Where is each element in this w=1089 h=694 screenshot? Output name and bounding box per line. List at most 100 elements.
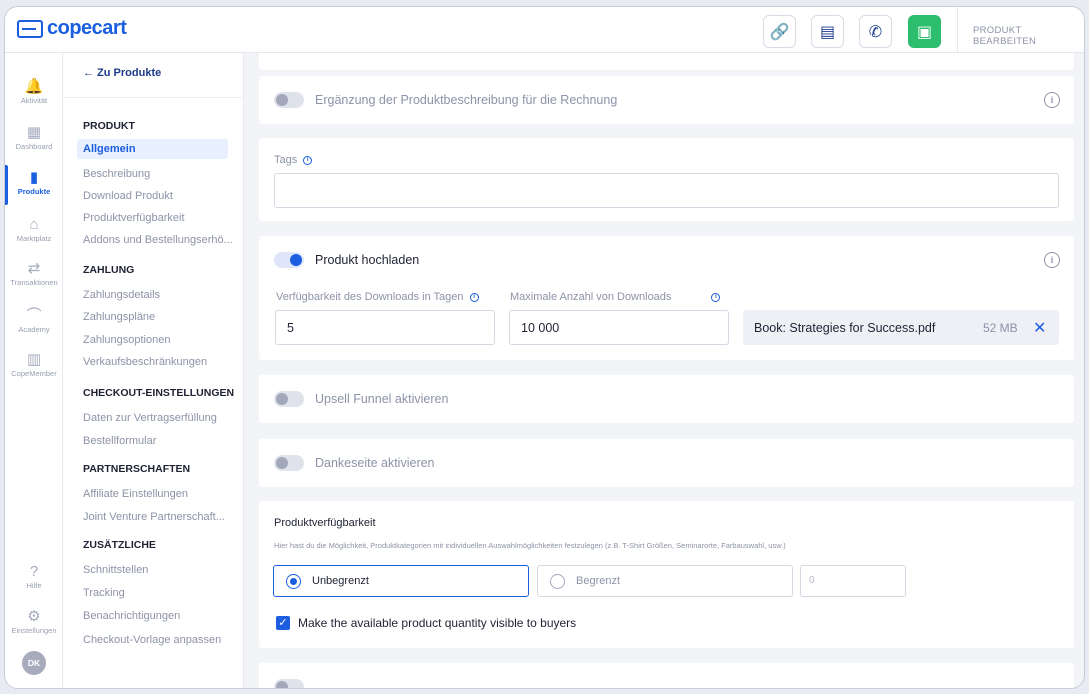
download-days-input[interactable]: 5 bbox=[275, 310, 495, 345]
toggle-label: Produkt hochladen bbox=[315, 253, 420, 267]
limit-input[interactable]: 0 bbox=[800, 565, 906, 597]
nav-item-produktverfuegbarkeit[interactable]: Produktverfügbarkeit bbox=[83, 212, 238, 224]
nav-item-bestellformular[interactable]: Bestellformular bbox=[83, 435, 238, 447]
bell-icon: 🔔 bbox=[24, 78, 44, 95]
nav-item-vertragserfuellung[interactable]: Daten zur Vertragserfüllung bbox=[83, 412, 238, 424]
file-name: Book: Strategies for Success.pdf bbox=[754, 321, 936, 335]
radio-limited[interactable]: Begrenzt bbox=[537, 565, 793, 597]
nav-item-zahlungsdetails[interactable]: Zahlungsdetails bbox=[83, 289, 238, 301]
availability-description: Hier hast du die Möglichkeit, Produktkat… bbox=[274, 541, 786, 550]
nav-item-addons[interactable]: Addons und Bestellungserhö... bbox=[83, 234, 238, 246]
info-icon[interactable]: i bbox=[1044, 92, 1060, 108]
nav-item-tracking[interactable]: Tracking bbox=[83, 587, 238, 599]
radio-label: Unbegrenzt bbox=[312, 575, 369, 587]
upload-toggle[interactable] bbox=[274, 252, 304, 268]
brand-name: copecart bbox=[47, 17, 127, 39]
page-title: PRODUKT BEARBEITEN bbox=[973, 25, 1037, 47]
document-icon: ▤ bbox=[819, 23, 836, 41]
radio-unlimited[interactable]: Unbegrenzt bbox=[273, 565, 529, 597]
info-icon[interactable]: i bbox=[1044, 252, 1060, 268]
tags-input[interactable] bbox=[274, 173, 1059, 208]
nav-item-schnittstellen[interactable]: Schnittstellen bbox=[83, 564, 238, 576]
previous-card bbox=[259, 53, 1074, 70]
rail-item-hilfe[interactable]: ? Hilfe bbox=[5, 562, 63, 590]
next-card-toggle[interactable] bbox=[274, 679, 304, 688]
checkbox-label: Make the available product quantity visi… bbox=[298, 616, 577, 630]
transactions-icon: ⇄ bbox=[27, 260, 41, 277]
app-window: copecart 🔗 ▤ ✆ ▣ PRODUKT BEARBEITEN 🔔 Akt… bbox=[4, 6, 1085, 689]
nav-section-title: PARTNERSCHAFTEN bbox=[83, 463, 191, 475]
avatar[interactable]: DK bbox=[22, 651, 46, 675]
availability-card: Produktverfügbarkeit Hier hast du die Mö… bbox=[259, 501, 1074, 648]
radio-label: Begrenzt bbox=[576, 575, 621, 587]
upload-card: Produkt hochladen i Verfügbarkeit des Do… bbox=[259, 236, 1074, 360]
close-icon[interactable]: ✕ bbox=[1033, 318, 1046, 338]
nav-item-checkout-vorlage[interactable]: Checkout-Vorlage anpassen bbox=[83, 634, 238, 646]
rail-item-einstellungen[interactable]: ⚙ Einstellungen bbox=[5, 607, 63, 635]
icon-rail: 🔔 Aktivität ▦ Dashboard ▮ Produkte ⌂ Marktpl… bbox=[5, 53, 63, 688]
info-icon: i bbox=[303, 155, 313, 165]
nav-item-benachrichtigungen[interactable]: Benachrichtigungen bbox=[83, 610, 238, 622]
nav-section-title: ZUSÄTZLICHE bbox=[83, 539, 156, 551]
nav-item-verkaufsbeschraenkungen[interactable]: Verkaufsbeschränkungen bbox=[83, 356, 238, 368]
upsell-toggle[interactable] bbox=[274, 391, 304, 407]
rail-label: Einstellungen bbox=[11, 626, 57, 635]
toggle-label: Ergänzung der Produktbeschreibung für di… bbox=[315, 93, 618, 107]
toggle-label: Dankeseite aktivieren bbox=[315, 456, 435, 470]
invoice-description-toggle[interactable] bbox=[274, 92, 304, 108]
link-icon: 🔗 bbox=[769, 23, 790, 41]
rail-label: CopeMember bbox=[11, 369, 57, 378]
brand-logo[interactable]: copecart bbox=[17, 17, 127, 40]
days-label: Verfügbarkeit des Downloads in Tagen i bbox=[276, 291, 479, 303]
nav-item-allgemein[interactable]: Allgemein bbox=[77, 139, 228, 159]
section-nav: ← Zu Produkte PRODUKT Allgemein Beschrei… bbox=[63, 53, 244, 688]
nav-item-beschreibung[interactable]: Beschreibung bbox=[83, 168, 238, 180]
gear-icon: ⚙ bbox=[27, 608, 41, 625]
document-button[interactable]: ▤ bbox=[811, 15, 844, 48]
rail-item-marktplatz[interactable]: ⌂ Marktplatz bbox=[5, 215, 63, 243]
nav-item-download-produkt[interactable]: Download Produkt bbox=[83, 190, 238, 202]
tags-label: Tags i bbox=[274, 154, 313, 166]
invoice-description-card: Ergänzung der Produktbeschreibung für di… bbox=[259, 76, 1074, 124]
save-button[interactable]: ▣ bbox=[908, 15, 941, 48]
upsell-card: Upsell Funnel aktivieren bbox=[259, 375, 1074, 423]
radio-selected-icon bbox=[286, 574, 301, 589]
max-downloads-label: Maximale Anzahl von Downloads i bbox=[510, 291, 721, 303]
tags-card: Tags i bbox=[259, 138, 1074, 221]
nav-section-title: PRODUKT bbox=[83, 120, 135, 132]
rail-label: Transaktionen bbox=[10, 278, 58, 287]
cart-logo-icon bbox=[17, 19, 43, 38]
back-to-products-link[interactable]: ← Zu Produkte bbox=[83, 67, 161, 79]
info-icon: i bbox=[711, 292, 721, 302]
rail-item-academy[interactable]: ⌒ Academy bbox=[5, 306, 63, 334]
max-downloads-input[interactable]: 10 000 bbox=[509, 310, 729, 345]
rail-item-copemember[interactable]: ▥ CopeMember bbox=[5, 350, 63, 378]
rail-item-aktivitaet[interactable]: 🔔 Aktivität bbox=[5, 77, 63, 105]
thank-you-toggle[interactable] bbox=[274, 455, 304, 471]
phone-button[interactable]: ✆ bbox=[859, 15, 892, 48]
toggle-label: Upsell Funnel aktivieren bbox=[315, 392, 449, 406]
rail-item-transaktionen[interactable]: ⇄ Transaktionen bbox=[5, 259, 63, 287]
product-icon: ▮ bbox=[29, 169, 39, 186]
nav-item-zahlungsplaene[interactable]: Zahlungspläne bbox=[83, 311, 238, 323]
rail-label: Aktivität bbox=[20, 96, 48, 105]
nav-item-zahlungsoptionen[interactable]: Zahlungsoptionen bbox=[83, 334, 238, 346]
thank-you-card: Dankeseite aktivieren bbox=[259, 439, 1074, 487]
nav-item-affiliate[interactable]: Affiliate Einstellungen bbox=[83, 488, 238, 500]
visible-quantity-checkbox[interactable]: ✓ bbox=[276, 616, 290, 630]
copemember-icon: ▥ bbox=[26, 351, 42, 368]
uploaded-file: Book: Strategies for Success.pdf 52 MB ✕ bbox=[743, 310, 1059, 345]
topbar-divider bbox=[957, 7, 958, 53]
rail-item-produkte[interactable]: ▮ Produkte bbox=[5, 168, 63, 196]
next-card bbox=[259, 663, 1074, 688]
basket-icon: ⌂ bbox=[29, 216, 39, 233]
nav-item-joint-venture[interactable]: Joint Venture Partnerschaft... bbox=[83, 511, 238, 523]
rail-item-dashboard[interactable]: ▦ Dashboard bbox=[5, 123, 63, 151]
rail-label: Produkte bbox=[17, 187, 51, 196]
divider bbox=[63, 97, 243, 98]
graduation-cap-icon: ⌒ bbox=[26, 307, 42, 324]
link-button[interactable]: 🔗 bbox=[763, 15, 796, 48]
nav-section-title: ZAHLUNG bbox=[83, 264, 135, 276]
file-size: 52 MB bbox=[983, 321, 1018, 335]
save-icon: ▣ bbox=[916, 23, 933, 41]
